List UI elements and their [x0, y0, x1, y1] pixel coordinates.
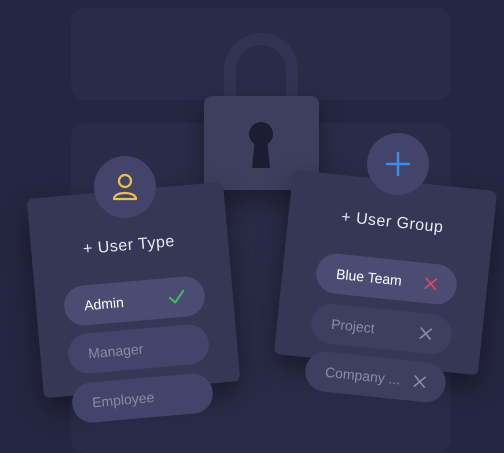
user-icon	[112, 173, 138, 201]
x-icon[interactable]	[419, 327, 433, 340]
group-label: Blue Team	[335, 265, 403, 289]
option-label: Admin	[83, 293, 125, 314]
x-icon[interactable]	[413, 375, 427, 388]
check-icon	[168, 289, 185, 304]
group-label: Project	[330, 315, 376, 337]
keyhole-icon	[249, 122, 273, 168]
group-label: Company ...	[324, 363, 402, 388]
option-label: Manager	[87, 340, 144, 362]
plus-icon	[385, 151, 411, 177]
option-label: Employee	[91, 389, 155, 411]
plus-icon-badge[interactable]	[367, 133, 429, 195]
x-icon[interactable]	[424, 277, 438, 291]
user-icon-badge[interactable]	[94, 156, 156, 218]
